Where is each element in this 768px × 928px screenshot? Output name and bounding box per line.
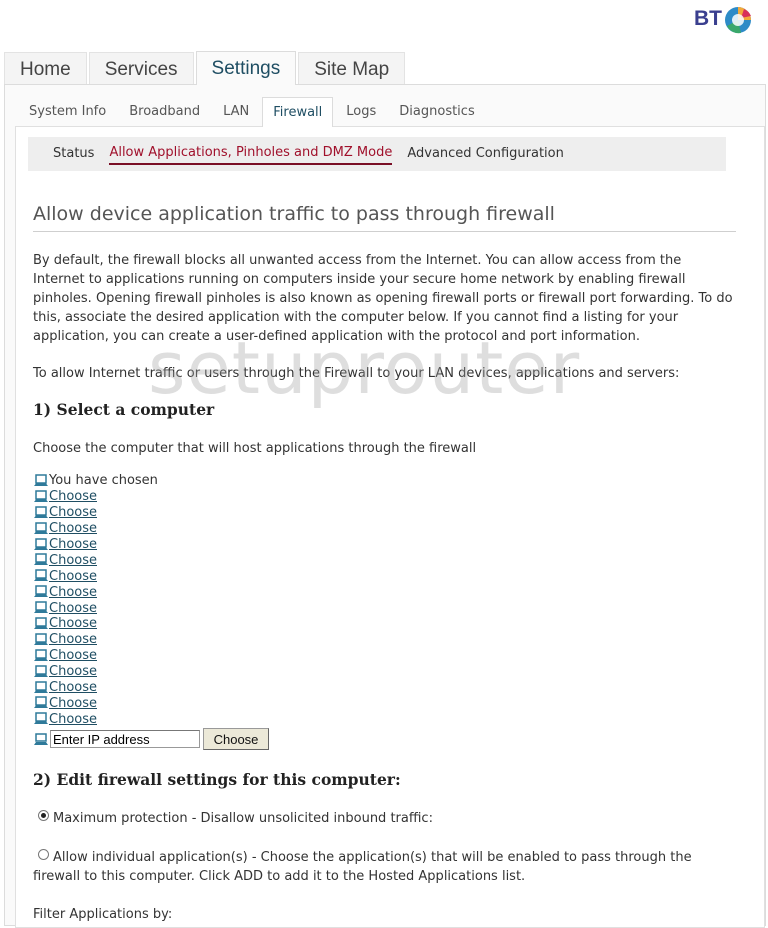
firewall-nav: Status Allow Applications, Pinholes and … (28, 137, 726, 171)
main-tab-home[interactable]: Home (4, 52, 87, 84)
computer-list: You have chosen Choose Choose Choose Choose… (33, 473, 269, 751)
computer-icon (34, 712, 48, 725)
nav-allow-applications[interactable]: Allow Applications, Pinholes and DMZ Mod… (109, 143, 393, 165)
computer-icon (34, 648, 48, 661)
bt-logo[interactable]: BT (694, 4, 753, 34)
sub-tab-firewall[interactable]: Firewall (262, 97, 334, 127)
chosen-computer-row: You have chosen (33, 473, 269, 489)
computer-icon (34, 553, 48, 566)
bt-globe-icon (725, 7, 751, 34)
computer-row: Choose (33, 568, 269, 584)
choose-computer-link[interactable]: Choose (49, 489, 101, 504)
computer-row: Choose (33, 664, 269, 680)
choose-computer-link[interactable]: Choose (49, 680, 101, 695)
choose-ip-button[interactable]: Choose (203, 728, 269, 751)
option-label: Allow individual application(s) - Choose… (33, 850, 692, 884)
computer-row: Choose (33, 537, 269, 553)
computer-row: Choose (33, 711, 269, 727)
computer-icon (34, 585, 48, 598)
computer-row: Choose (33, 648, 269, 664)
choose-computer-link[interactable]: Choose (49, 521, 101, 536)
sub-tab-broadband[interactable]: Broadband (119, 97, 210, 125)
ip-entry-row: Choose (33, 728, 269, 751)
choose-computer-link[interactable]: Choose (49, 648, 101, 663)
computer-icon (34, 733, 48, 746)
page-title: Allow device application traffic to pass… (33, 203, 736, 232)
select-computer-description: Choose the computer that will host appli… (33, 441, 477, 456)
computer-icon (34, 696, 48, 709)
choose-computer-link[interactable]: Choose (49, 696, 101, 711)
computer-icon (34, 617, 48, 629)
computer-row: Choose (33, 680, 269, 696)
computer-row: Choose (33, 632, 269, 648)
chosen-label: You have chosen (49, 473, 158, 489)
section-select-computer-heading: 1) Select a computer (33, 400, 215, 419)
radio-allow-individual[interactable] (38, 849, 49, 860)
computer-row: Choose (33, 584, 269, 600)
intro-text: By default, the firewall blocks all unwa… (33, 253, 733, 344)
nav-status[interactable]: Status (53, 144, 94, 164)
computer-icon (34, 569, 48, 582)
lead-text: To allow Internet traffic or users throu… (33, 366, 680, 381)
choose-computer-link[interactable]: Choose (49, 537, 101, 552)
main-nav: Home Services Settings Site Map (4, 51, 407, 85)
radio-maximum-protection[interactable] (38, 810, 49, 821)
computer-row: Choose (33, 695, 269, 711)
firewall-panel: Status Allow Applications, Pinholes and … (15, 126, 765, 928)
computer-icon (34, 680, 48, 693)
sub-nav: System Info Broadband LAN Firewall Logs … (19, 97, 488, 127)
computer-icon (34, 537, 48, 550)
computer-row: Choose (33, 505, 269, 521)
sub-tab-system-info[interactable]: System Info (19, 97, 116, 125)
computer-icon (34, 633, 48, 645)
computer-row: Choose (33, 552, 269, 568)
main-tab-settings[interactable]: Settings (195, 51, 297, 85)
choose-computer-link[interactable]: Choose (49, 664, 101, 679)
computer-icon (34, 601, 48, 614)
nav-advanced-configuration[interactable]: Advanced Configuration (407, 144, 564, 164)
option-allow-individual[interactable]: Allow individual application(s) - Choose… (33, 848, 733, 886)
settings-panel: System Info Broadband LAN Firewall Logs … (4, 84, 766, 928)
choose-computer-link[interactable]: Choose (49, 712, 101, 727)
option-maximum-protection[interactable]: Maximum protection - Disallow unsolicite… (33, 809, 733, 828)
option-label: Maximum protection - Disallow unsolicite… (53, 811, 433, 826)
sub-tab-logs[interactable]: Logs (336, 97, 386, 125)
computer-icon (34, 474, 48, 486)
computer-row: Choose (33, 600, 269, 616)
choose-computer-link[interactable]: Choose (49, 553, 101, 568)
choose-computer-link[interactable]: Choose (49, 569, 101, 584)
computer-icon (34, 490, 48, 502)
computer-row: Choose (33, 521, 269, 537)
choose-computer-link[interactable]: Choose (49, 585, 101, 600)
sub-tab-diagnostics[interactable]: Diagnostics (389, 97, 484, 125)
main-tab-services[interactable]: Services (88, 52, 194, 84)
logo-text: BT (694, 7, 722, 30)
computer-row: Choose (33, 489, 269, 505)
computer-icon (34, 664, 48, 677)
choose-computer-link[interactable]: Choose (49, 601, 101, 616)
computer-row: Choose (33, 616, 269, 632)
choose-computer-link[interactable]: Choose (49, 632, 101, 647)
computer-icon (34, 521, 48, 534)
section-edit-settings-heading: 2) Edit firewall settings for this compu… (33, 770, 401, 789)
ip-address-input[interactable] (50, 730, 200, 749)
computer-icon (34, 505, 48, 518)
sub-tab-lan[interactable]: LAN (213, 97, 259, 125)
choose-computer-link[interactable]: Choose (49, 505, 101, 520)
choose-computer-link[interactable]: Choose (49, 616, 101, 631)
main-tab-site-map[interactable]: Site Map (298, 52, 406, 84)
